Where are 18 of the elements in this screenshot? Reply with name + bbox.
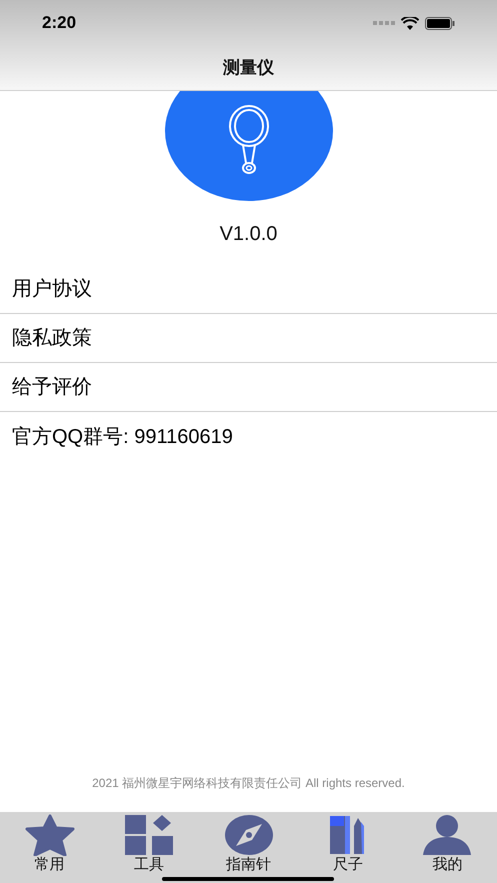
- menu-item[interactable]: 官方QQ群号: 991160619: [0, 412, 497, 461]
- battery-icon: [425, 16, 455, 30]
- menu-item[interactable]: 隐私政策: [0, 314, 497, 363]
- grid-icon: [124, 814, 174, 856]
- mirror-icon: [228, 105, 270, 177]
- tab-item[interactable]: 工具: [99, 812, 199, 883]
- tab-item[interactable]: 我的: [398, 812, 497, 883]
- nav-title: 测量仪: [223, 57, 274, 80]
- menu-item[interactable]: 用户协议: [0, 265, 497, 314]
- status-time: 2:20: [42, 12, 76, 34]
- star-icon: [24, 814, 75, 856]
- version-text: V1.0.0: [220, 222, 278, 247]
- copyright-text: 2021 福州微星宇网络科技有限责任公司 All rights reserved.: [92, 775, 405, 792]
- menu-item[interactable]: 给予评价: [0, 363, 497, 412]
- tab-item[interactable]: 常用: [0, 812, 100, 883]
- wifi-icon: [401, 16, 419, 30]
- signal-dots-icon: [373, 21, 395, 25]
- person-icon: [422, 814, 472, 856]
